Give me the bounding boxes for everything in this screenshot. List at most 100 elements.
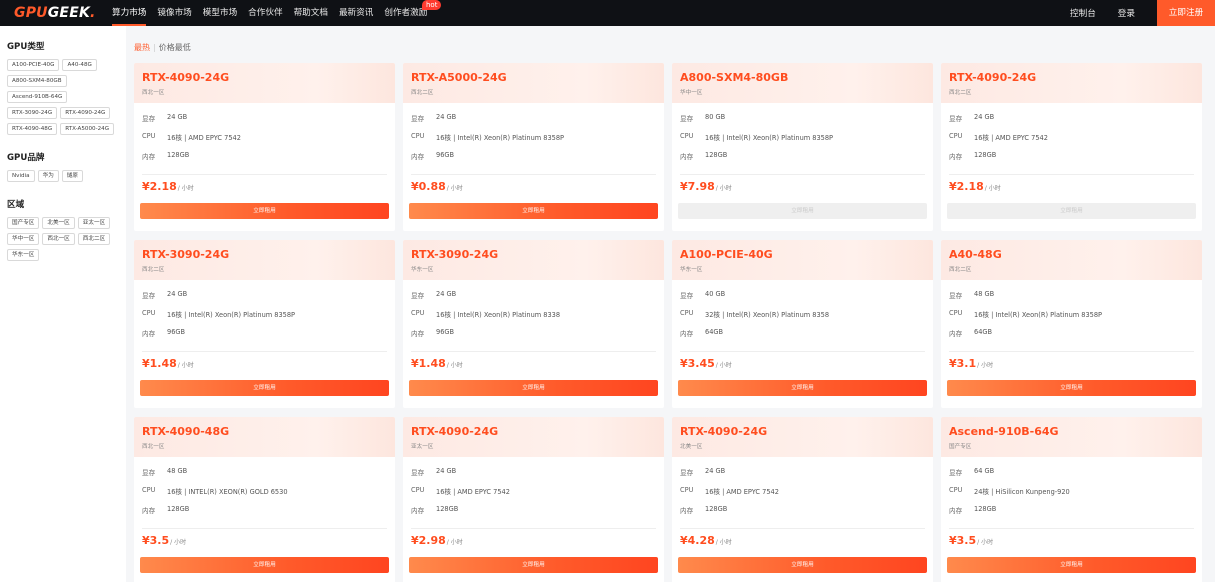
gpu-card[interactable]: RTX-4090-48G 西北一区 显存 48 GB CPU 16核 | INTEL(R)… <box>134 417 395 582</box>
gpu-card[interactable]: RTX-4090-24G 西北二区 显存 24 GB CPU 16核 | AMD EPYC… <box>941 63 1202 231</box>
gpu-region: 华东一区 <box>680 267 703 273</box>
hourly-price: ¥2.98 <box>411 534 446 547</box>
spec-label: 显存 <box>142 115 156 123</box>
price-unit: / 小时 <box>715 539 732 546</box>
sort-price-lowest[interactable]: 价格最低 <box>159 43 191 52</box>
gpu-card[interactable]: RTX-4090-24G 亚太一区 显存 24 GB CPU 16核 | AMD EPYC… <box>403 417 664 582</box>
gpu-card[interactable]: A800-SXM4-80GB 华中一区 显存 80 GB CPU 16核 | Intel(… <box>672 63 933 231</box>
rent-now-button[interactable]: 立即租用 <box>140 380 389 396</box>
region-chip[interactable]: 华东一区 <box>7 249 40 261</box>
rent-now-button[interactable]: 立即租用 <box>678 380 927 396</box>
gpu-type-chip[interactable]: A100-PCIE-40G <box>7 59 60 71</box>
price-row: ¥2.18/ 小时 <box>949 180 1001 193</box>
spec-value: 96GB <box>436 328 455 336</box>
spec-value: 24 GB <box>167 290 188 298</box>
spec-value: 16核 | Intel(R) Xeon(R) Platinum 8358P <box>436 134 565 142</box>
spec-label: CPU <box>680 486 694 494</box>
spec-value: 16核 | AMD EPYC 7542 <box>974 134 1048 142</box>
rent-now-button[interactable]: 立即租用 <box>140 557 389 573</box>
gpu-card[interactable]: A100-PCIE-40G 华东一区 显存 40 GB CPU 32核 | Intel(R… <box>672 240 933 408</box>
spec-value: 48 GB <box>974 290 995 298</box>
spec-value: 128GB <box>167 505 190 513</box>
gpu-card[interactable]: RTX-A5000-24G 西北二区 显存 24 GB CPU 16核 | Intel(R… <box>403 63 664 231</box>
gpu-card[interactable]: RTX-4090-24G 北美一区 显存 24 GB CPU 16核 | AMD EPYC… <box>672 417 933 582</box>
rent-now-button[interactable]: 立即租用 <box>947 557 1196 573</box>
region-chip[interactable]: 北美一区 <box>42 217 75 229</box>
gpu-type-chip[interactable]: RTX-3090-24G <box>7 107 58 119</box>
region-chip[interactable]: 西北一区 <box>42 233 75 245</box>
spec-label: 显存 <box>680 469 694 477</box>
price-row: ¥2.98/ 小时 <box>411 534 463 547</box>
spec-value: 96GB <box>167 328 186 336</box>
gpu-type-chip[interactable]: RTX-4090-24G <box>60 107 111 119</box>
nav-image-market[interactable]: 镜像市场 <box>157 0 191 26</box>
spec-label: CPU <box>142 309 156 317</box>
gpu-type-chip[interactable]: RTX-A5000-24G <box>60 123 115 135</box>
gpu-region: 西北一区 <box>142 90 165 96</box>
gpu-card[interactable]: RTX-4090-24G 西北一区 显存 24 GB CPU 16核 | AMD EPYC… <box>134 63 395 231</box>
spec-ram: 内存 128GB <box>949 505 1194 515</box>
gpu-card[interactable]: A40-48G 西北二区 显存 48 GB CPU 16核 | Intel(R) Xeon… <box>941 240 1202 408</box>
spec-ram: 内存 128GB <box>142 151 387 161</box>
gpu-model-title: A100-PCIE-40G <box>680 248 773 261</box>
nav-compute-market[interactable]: 算力市场 <box>112 0 147 26</box>
spec-vram: 显存 24 GB <box>411 467 656 477</box>
region-chip[interactable]: 国产专区 <box>7 217 40 229</box>
gpu-card[interactable]: Ascend-910B-64G 国产专区 显存 64 GB CPU 24核 | HiSil… <box>941 417 1202 582</box>
rent-now-button[interactable]: 立即租用 <box>678 203 927 219</box>
gpu-card[interactable]: RTX-3090-24G 华东一区 显存 24 GB CPU 16核 | Intel(R)… <box>403 240 664 408</box>
price-row: ¥1.48/ 小时 <box>411 357 463 370</box>
nav-news[interactable]: 最新资讯 <box>339 0 373 26</box>
spec-list: 显存 64 GB CPU 24核 | HiSilicon Kunpeng-920 内存 1… <box>941 457 1202 515</box>
gpu-brand-chip[interactable]: 华为 <box>37 170 59 182</box>
spec-label: 显存 <box>949 469 963 477</box>
signup-button[interactable]: 立即注册 <box>1157 0 1215 26</box>
gpu-type-chip[interactable]: Ascend-910B-64G <box>7 91 68 103</box>
region-chip[interactable]: 华中一区 <box>7 233 40 245</box>
spec-vram: 显存 64 GB <box>949 467 1194 477</box>
price-row: ¥1.48/ 小时 <box>142 357 194 370</box>
login-link[interactable]: 登录 <box>1118 7 1135 19</box>
gpu-card[interactable]: RTX-3090-24G 西北二区 显存 24 GB CPU 16核 | Intel(R)… <box>134 240 395 408</box>
gpu-brand-chip[interactable]: 燧原 <box>61 170 83 182</box>
rent-now-button[interactable]: 立即租用 <box>140 203 389 219</box>
rent-now-button[interactable]: 立即租用 <box>409 203 658 219</box>
nav-model-market[interactable]: 模型市场 <box>203 0 237 26</box>
region-chip[interactable]: 西北二区 <box>77 233 111 245</box>
gpu-brand-chip[interactable]: Nvidia <box>7 170 35 182</box>
gpu-type-chip[interactable]: RTX-4090-48G <box>7 123 58 135</box>
spec-ram: 内存 128GB <box>142 505 387 515</box>
spec-value: 24 GB <box>974 113 995 121</box>
rent-now-button[interactable]: 立即租用 <box>678 557 927 573</box>
rent-now-button[interactable]: 立即租用 <box>947 380 1196 396</box>
console-link[interactable]: 控制台 <box>1070 7 1096 19</box>
sort-hot[interactable]: 最热 <box>134 43 150 52</box>
rent-now-button[interactable]: 立即租用 <box>409 380 658 396</box>
spec-label: 显存 <box>680 292 694 300</box>
card-divider <box>142 528 387 529</box>
hot-badge: hot <box>422 0 442 10</box>
gpu-type-chip[interactable]: A800-SXM4-80GB <box>7 75 67 87</box>
gpu-type-chip[interactable]: A40-48G <box>62 59 97 71</box>
spec-label: CPU <box>680 132 694 140</box>
region-chip[interactable]: 亚太一区 <box>77 217 111 229</box>
gpu-type-title: GPU类型 <box>7 42 45 52</box>
spec-label: CPU <box>142 486 156 494</box>
gpu-model-title: A800-SXM4-80GB <box>680 71 789 84</box>
price-unit: / 小时 <box>177 362 194 369</box>
nav-partners[interactable]: 合作伙伴 <box>248 0 282 26</box>
spec-list: 显存 24 GB CPU 16核 | Intel(R) Xeon(R) Platinu… <box>403 103 664 161</box>
rent-now-button[interactable]: 立即租用 <box>947 203 1196 219</box>
top-navbar: GPU GEEK. 算力市场 镜像市场 模型市场 合作伙伴 帮助文档 最新资讯 创… <box>0 0 1215 26</box>
spec-label: 内存 <box>142 153 156 161</box>
card-divider <box>142 174 387 175</box>
nav-creator-incentive[interactable]: 创作者激励 <box>384 0 427 26</box>
spec-vram: 显存 48 GB <box>142 467 387 477</box>
logo[interactable]: GPU GEEK. <box>14 4 96 22</box>
nav-docs[interactable]: 帮助文档 <box>294 0 328 26</box>
gpu-brand-filters: Nvidia 华为 燧原 <box>7 170 119 186</box>
card-header: RTX-3090-24G 华东一区 <box>403 240 664 280</box>
spec-label: 显存 <box>411 469 425 477</box>
spec-value: 16核 | Intel(R) Xeon(R) Platinum 8358P <box>705 134 834 142</box>
rent-now-button[interactable]: 立即租用 <box>409 557 658 573</box>
